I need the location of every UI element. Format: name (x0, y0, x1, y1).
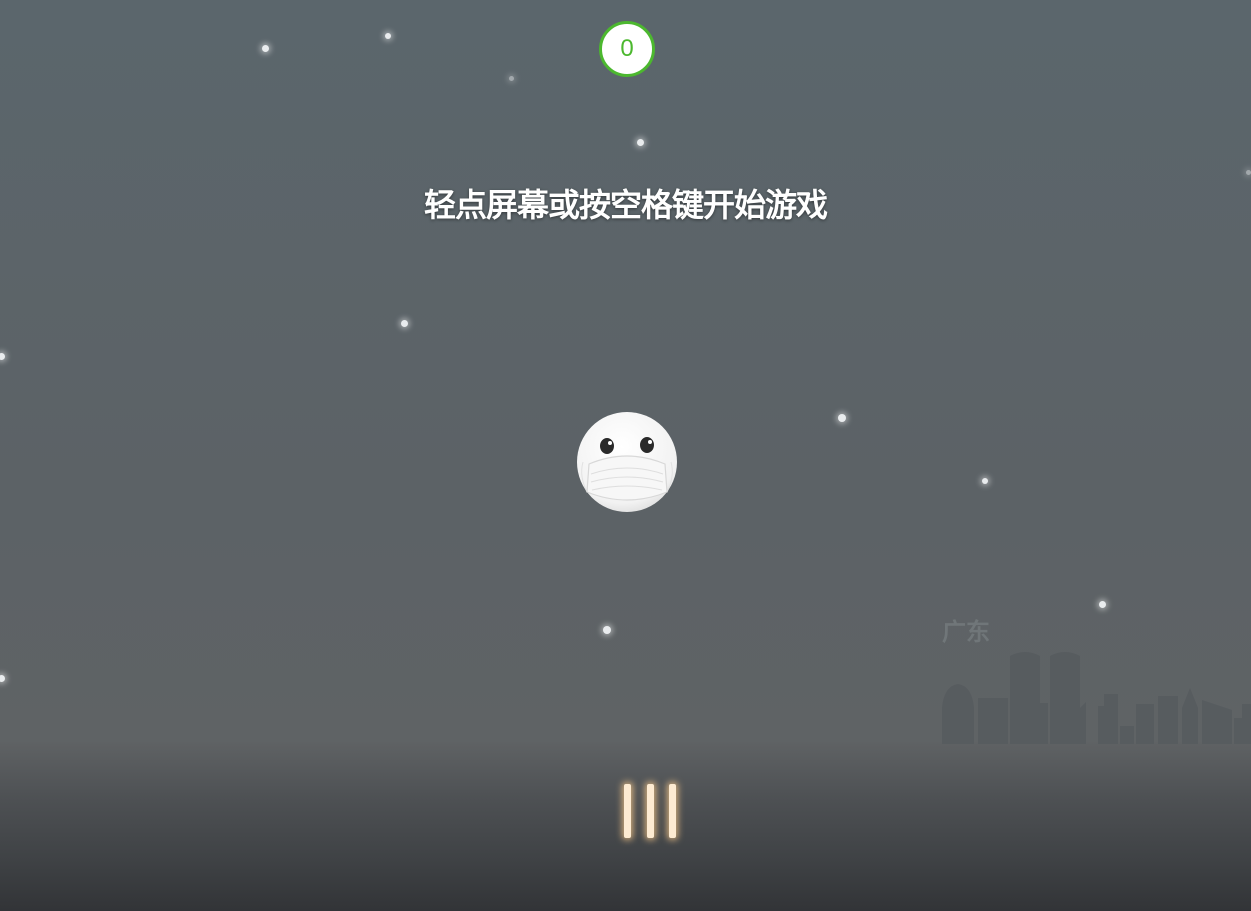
snowflake (637, 139, 644, 146)
start-game-prompt[interactable]: 轻点屏幕或按空格键开始游戏 (0, 180, 1251, 226)
snowflake (603, 626, 611, 634)
city-skyline-icon (942, 652, 1251, 744)
masked-face-icon[interactable] (577, 412, 677, 512)
snowflake (0, 675, 5, 682)
snowflake (1246, 170, 1251, 175)
pause-button[interactable] (620, 780, 680, 842)
snowflake (262, 45, 269, 52)
snowflake (1099, 601, 1106, 608)
snowflake (401, 320, 408, 327)
snowflake (0, 353, 5, 360)
snowflake (385, 33, 391, 39)
game-stage[interactable]: 广东 0 轻点屏幕或按空格键开始游戏 (0, 0, 1251, 911)
pause-bar-icon (669, 784, 676, 838)
pause-bar-icon (624, 784, 631, 838)
pause-bar-icon (646, 784, 654, 838)
snowflake (838, 414, 846, 422)
score-badge: 0 (599, 21, 655, 77)
snowflake (982, 478, 988, 484)
snowflake (509, 76, 514, 81)
city-label: 广东 (942, 618, 990, 646)
